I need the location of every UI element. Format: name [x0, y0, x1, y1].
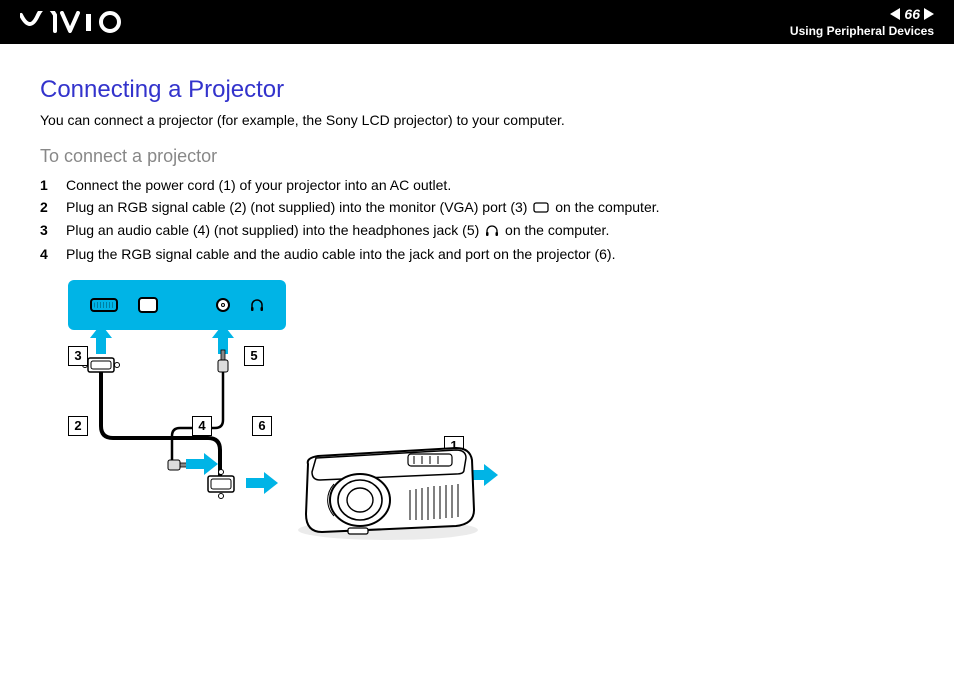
step-text: Plug the RGB signal cable and the audio … — [66, 246, 615, 262]
step-number: 2 — [40, 199, 52, 216]
step-number: 1 — [40, 177, 52, 193]
callout-3: 3 — [68, 346, 88, 366]
arrow-icon — [186, 453, 220, 475]
callout-2: 2 — [68, 416, 88, 436]
procedure-subtitle: To connect a projector — [40, 146, 914, 167]
page-title: Connecting a Projector — [40, 76, 914, 104]
step-number: 3 — [40, 222, 52, 239]
callout-6: 6 — [252, 416, 272, 436]
callout-5: 5 — [244, 346, 264, 366]
header-right: 66 Using Peripheral Devices — [790, 6, 934, 38]
callout-4: 4 — [192, 416, 212, 436]
step-text: Plug an audio cable (4) (not supplied) i… — [66, 222, 609, 239]
step-number: 4 — [40, 246, 52, 262]
page-content: Connecting a Projector You can connect a… — [0, 44, 954, 602]
step-item: 4 Plug the RGB signal cable and the audi… — [40, 246, 914, 262]
document-header: 66 Using Peripheral Devices — [0, 0, 954, 44]
intro-paragraph: You can connect a projector (for example… — [40, 112, 914, 128]
step-item: 3 Plug an audio cable (4) (not supplied)… — [40, 222, 914, 239]
step-item: 1 Connect the power cord (1) of your pro… — [40, 177, 914, 193]
connection-diagram: 3 5 2 4 6 1 — [68, 280, 528, 570]
step-text: Plug an RGB signal cable (2) (not suppli… — [66, 199, 660, 216]
page-nav: 66 — [890, 6, 934, 22]
monitor-port-icon — [533, 200, 549, 216]
projector-illustration — [288, 434, 488, 544]
step-text: Connect the power cord (1) of your proje… — [66, 177, 451, 193]
vaio-logo — [20, 11, 124, 33]
headphones-icon — [485, 224, 499, 240]
page-number: 66 — [904, 6, 920, 22]
step-item: 2 Plug an RGB signal cable (2) (not supp… — [40, 199, 914, 216]
prev-page-arrow-icon[interactable] — [890, 8, 900, 20]
next-page-arrow-icon[interactable] — [924, 8, 934, 20]
section-name: Using Peripheral Devices — [790, 24, 934, 38]
steps-list: 1 Connect the power cord (1) of your pro… — [40, 177, 914, 262]
arrow-icon — [246, 472, 280, 494]
